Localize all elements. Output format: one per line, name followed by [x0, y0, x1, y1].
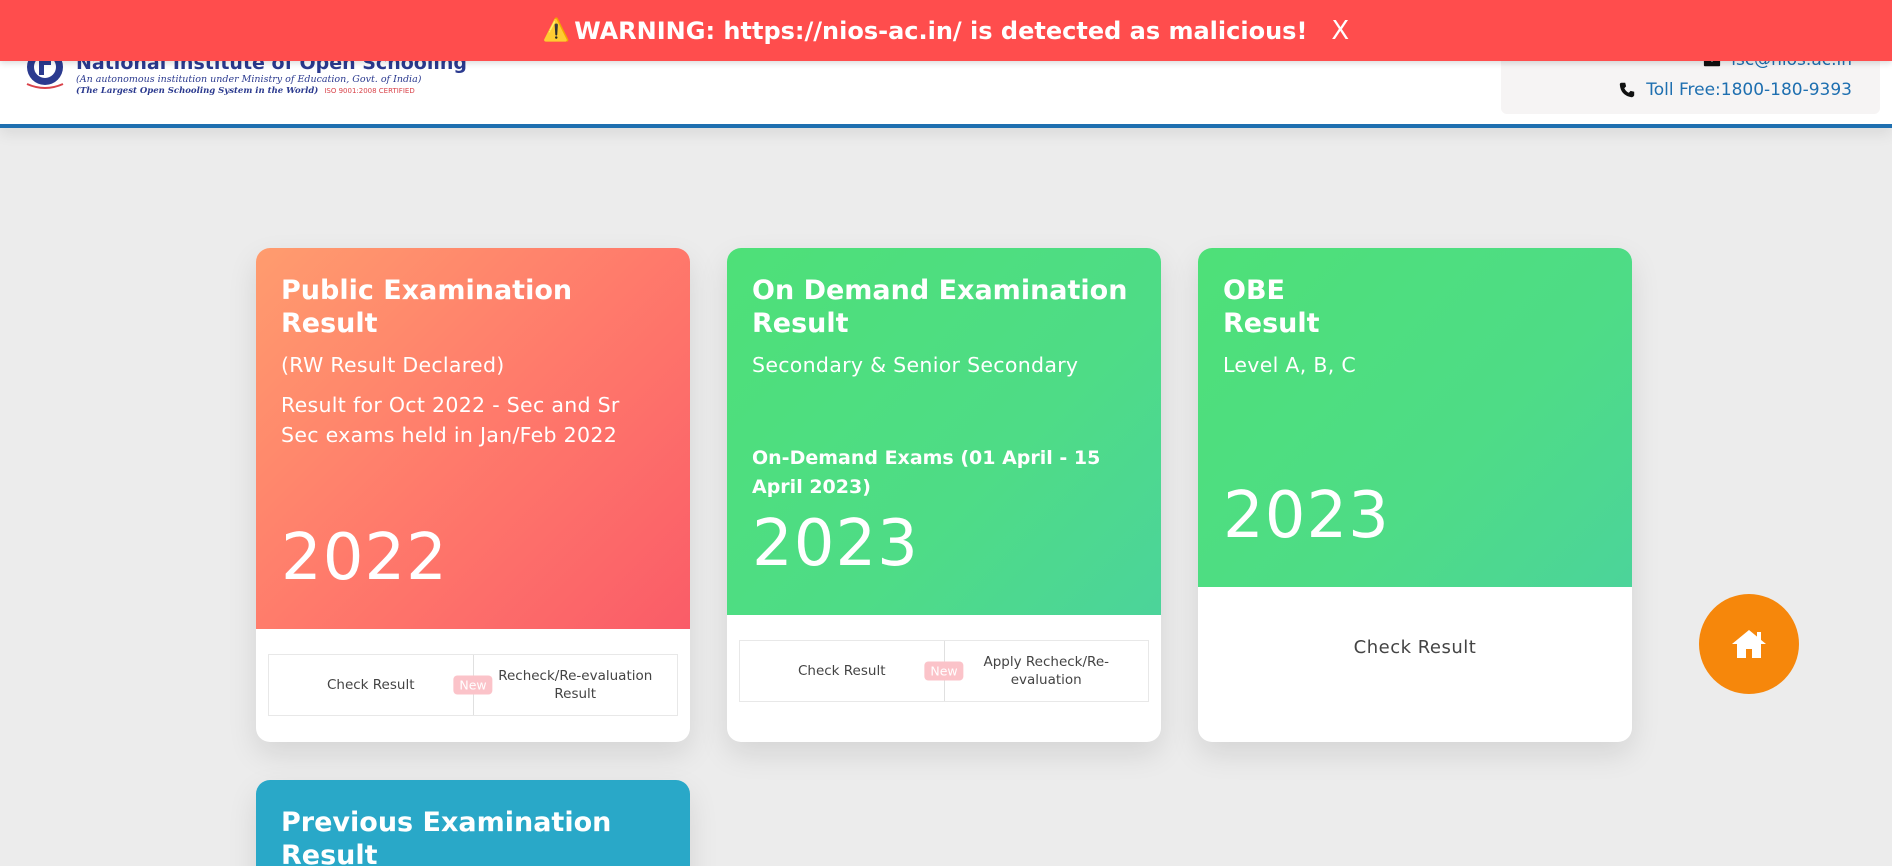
contact-phone[interactable]: Toll Free:1800-180-9393 — [1618, 80, 1852, 100]
previous-exam-card-header: Previous Examination Result — [256, 780, 690, 866]
logo-tagline-text: (The Largest Open Schooling System in th… — [76, 86, 319, 96]
contact-phone-text: Toll Free:1800-180-9393 — [1646, 80, 1852, 100]
check-result-button[interactable]: Check Result — [269, 655, 473, 715]
obe-card-header: OBE Result Level A, B, C 2023 — [1198, 248, 1632, 587]
on-demand-card-header: On Demand Examination Result Secondary &… — [727, 248, 1161, 615]
card-subtitle: Secondary & Senior Secondary — [752, 353, 1079, 377]
new-badge: New — [453, 675, 493, 695]
public-exam-result-card: Public Examination Result (RW Result Dec… — [256, 248, 690, 742]
card-title: Public Examination Result — [281, 275, 573, 339]
iso-certification: ISO 9001:2008 CERTIFIED — [324, 87, 415, 95]
new-badge: New — [924, 661, 964, 681]
home-icon — [1732, 630, 1766, 658]
card-button-row: Check Result Recheck/Re-evaluation Resul… — [268, 654, 678, 716]
check-result-button[interactable]: Check Result — [1198, 637, 1632, 658]
previous-exam-result-card: Previous Examination Result — [256, 780, 690, 866]
logo-tagline: (The Largest Open Schooling System in th… — [76, 86, 415, 96]
warning-text: WARNING: https://nios-ac.in/ is detected… — [574, 16, 1308, 45]
on-demand-exam-result-card: On Demand Examination Result Secondary &… — [727, 248, 1161, 742]
card-title: Previous Examination Result — [281, 807, 612, 866]
logo-subtitle: (An autonomous institution under Ministr… — [76, 74, 422, 85]
home-button[interactable] — [1699, 594, 1799, 694]
warning-close-button[interactable]: X — [1331, 16, 1349, 46]
card-description: Result for Oct 2022 - Sec and Sr Sec exa… — [281, 393, 620, 447]
card-year: 2022 — [281, 521, 448, 595]
public-exam-card-header: Public Examination Result (RW Result Dec… — [256, 248, 690, 629]
card-year: 2023 — [752, 507, 919, 581]
apply-recheck-button[interactable]: Apply Recheck/Re-evaluation — [943, 641, 1149, 701]
card-subtitle: Level A, B, C — [1223, 353, 1356, 377]
card-title-line2: Result — [1223, 308, 1320, 339]
card-title: On Demand Examination Result — [752, 275, 1128, 339]
card-year: 2023 — [1223, 479, 1390, 553]
card-title-line1: OBE — [1223, 275, 1285, 306]
phone-icon — [1620, 82, 1635, 98]
card-button-row: Check Result Apply Recheck/Re-evaluation… — [739, 640, 1149, 702]
recheck-result-button[interactable]: Recheck/Re-evaluation Result — [472, 655, 678, 715]
malicious-site-warning-banner: ⚠️ WARNING: https://nios-ac.in/ is detec… — [0, 0, 1892, 61]
warning-icon: ⚠️ — [542, 18, 571, 43]
check-result-button[interactable]: Check Result — [740, 641, 944, 701]
card-subtitle: (RW Result Declared) — [281, 353, 505, 377]
obe-result-card: OBE Result Level A, B, C 2023 Check Resu… — [1198, 248, 1632, 742]
card-exam-window: On-Demand Exams (01 April - 15 April 202… — [752, 447, 1101, 498]
